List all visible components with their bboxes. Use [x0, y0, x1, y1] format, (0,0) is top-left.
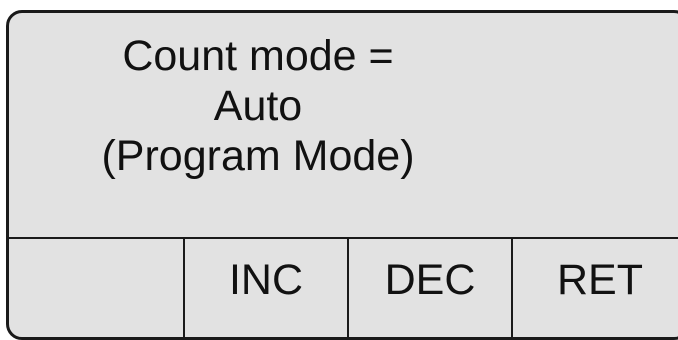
- dec-softkey[interactable]: DEC: [347, 239, 511, 337]
- message-line-mode-value: Auto: [213, 82, 303, 130]
- message-line-program-mode: (Program Mode): [101, 132, 415, 180]
- status-message: Count mode = Auto (Program Mode): [9, 31, 507, 181]
- inc-softkey[interactable]: INC: [183, 239, 347, 337]
- message-line-count-mode: Count mode =: [122, 32, 394, 80]
- softkey-blank[interactable]: [9, 239, 183, 337]
- ret-softkey[interactable]: RET: [511, 239, 678, 337]
- softkey-bar: INC DEC RET: [9, 237, 678, 337]
- lcd-display-panel: Count mode = Auto (Program Mode) INC DEC…: [6, 10, 678, 340]
